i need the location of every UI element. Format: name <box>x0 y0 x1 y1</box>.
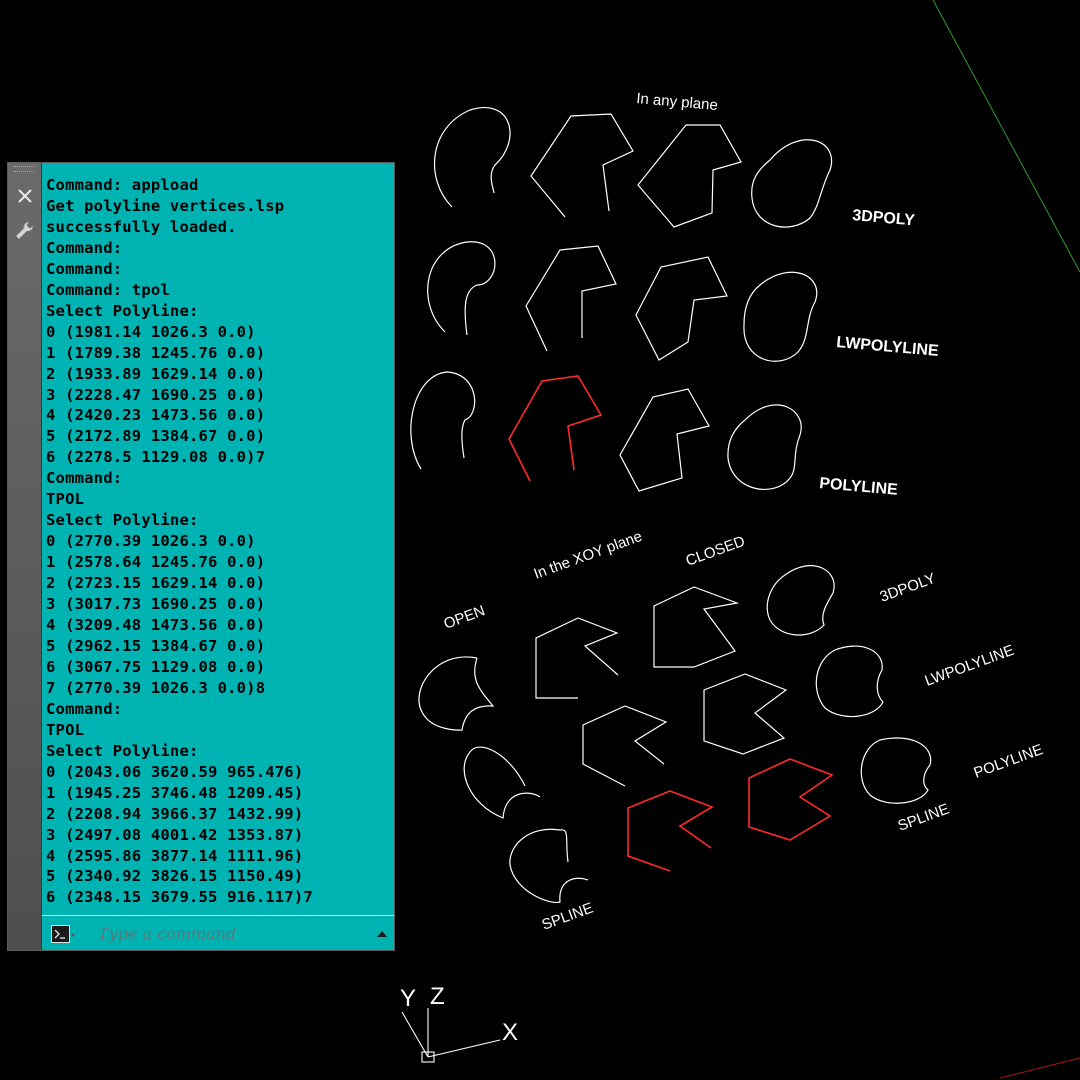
label-row-3dpoly: 3DPOLY <box>852 207 916 229</box>
shape-xoy-spline-closed-2[interactable] <box>815 645 884 718</box>
ucs-icon[interactable] <box>401 1008 501 1063</box>
command-history-line: TPOL <box>46 490 85 509</box>
command-history-line: 5 (2340.92 3826.15 1150.49) <box>46 867 304 886</box>
shape-any-3dpoly-poly-open[interactable] <box>530 113 634 218</box>
command-history-line: 6 (2348.15 3679.55 916.117)7 <box>46 888 313 907</box>
shape-xoy-spline-open-1[interactable] <box>418 656 495 731</box>
command-prompt-icon <box>51 925 75 943</box>
shape-any-pl-poly-open-selected[interactable] <box>508 375 603 482</box>
command-history-line: Command: <box>46 259 123 278</box>
shape-xoy-poly-open-1[interactable] <box>535 617 619 699</box>
shape-xoy-poly-closed-1[interactable] <box>653 586 740 668</box>
command-history-line: 1 (1945.25 3746.48 1209.45) <box>46 783 304 802</box>
command-history-line: Command: <box>46 469 123 488</box>
command-history-line: Command: <box>46 699 123 718</box>
command-history-line: 6 (2278.5 1129.08 0.0)7 <box>46 448 266 467</box>
label-in-any-plane: In any plane <box>636 90 719 114</box>
command-history-line: 0 (2770.39 1026.3 0.0) <box>46 532 256 551</box>
shape-any-lw-spline-closed[interactable] <box>743 271 818 362</box>
command-history-line: Get polyline vertices.lsp <box>46 196 285 215</box>
close-button[interactable] <box>14 185 36 207</box>
command-history-line: 4 (2595.86 3877.14 1111.96) <box>46 846 304 865</box>
command-history-line: Command: appload <box>46 176 199 194</box>
command-history-line: 4 (2420.23 1473.56 0.0) <box>46 406 266 425</box>
command-history-line: 3 (3017.73 1690.25 0.0) <box>46 595 266 614</box>
axis-line-red <box>999 1057 1080 1079</box>
command-prompt-button[interactable] <box>51 924 75 944</box>
shape-any-pl-spline-open[interactable] <box>410 371 476 470</box>
command-history-line: TPOL <box>46 720 85 739</box>
ucs-y-label: Y <box>400 985 416 1012</box>
label-row-polyline: POLYLINE <box>819 475 899 499</box>
label-closed: CLOSED <box>684 533 748 570</box>
ucs-x-label: X <box>502 1019 518 1046</box>
command-history-line: Select Polyline: <box>46 511 199 530</box>
label-xoy-spline-bottom: SPLINE <box>540 900 596 934</box>
label-xoy-spline-right: SPLINE <box>896 801 952 835</box>
command-history-line: 2 (2723.15 1629.14 0.0) <box>46 574 266 593</box>
axis-line-green <box>932 0 1080 273</box>
command-history-line: 2 (1933.89 1629.14 0.0) <box>46 364 266 383</box>
shape-any-3dpoly-spline-closed[interactable] <box>751 139 833 228</box>
command-history-line: 1 (2578.64 1245.76 0.0) <box>46 553 266 572</box>
customize-button[interactable] <box>14 220 36 242</box>
command-history-line: Command: tpol <box>46 280 170 299</box>
shape-xoy-poly-closed-2[interactable] <box>703 673 788 755</box>
shape-any-3dpoly-spline-open[interactable] <box>433 107 511 208</box>
label-in-xoy-plane: In the XOY plane <box>532 528 645 583</box>
command-history-line: 6 (3067.75 1129.08 0.0) <box>46 657 266 676</box>
command-history-line: Select Polyline: <box>46 301 199 320</box>
shape-xoy-poly-open-2[interactable] <box>582 705 668 787</box>
command-history-line: 3 (2497.08 4001.42 1353.87) <box>46 825 304 844</box>
command-history-line: successfully loaded. <box>46 217 237 236</box>
command-window-handle[interactable] <box>8 163 42 950</box>
label-row-lwpolyline: LWPOLYLINE <box>836 334 940 360</box>
command-history-line: 5 (2962.15 1384.67 0.0) <box>46 636 266 655</box>
label-open: OPEN <box>442 602 488 633</box>
ucs-z-label: Z <box>430 983 445 1010</box>
command-history-line: Command: <box>46 238 123 257</box>
command-history-line: 7 (2770.39 1026.3 0.0)8 <box>46 678 266 697</box>
shape-xoy-poly-closed-selected[interactable] <box>748 758 834 841</box>
shape-any-pl-spline-closed[interactable] <box>727 404 802 491</box>
command-history-line: 4 (3209.48 1473.56 0.0) <box>46 616 266 635</box>
command-history[interactable]: Command: appload Get polyline vertices.ls… <box>42 163 394 915</box>
shape-any-pl-poly-closed[interactable] <box>619 388 710 492</box>
chevron-up-icon[interactable] <box>376 928 388 940</box>
command-history-line: 0 (2043.06 3620.59 965.476) <box>46 762 304 781</box>
command-history-line: 3 (2228.47 1690.25 0.0) <box>46 385 266 404</box>
label-xoy-polyline: POLYLINE <box>972 741 1046 782</box>
shape-any-lw-poly-closed[interactable] <box>635 256 728 361</box>
command-history-line: 0 (1981.14 1026.3 0.0) <box>46 322 256 341</box>
wrench-icon <box>15 221 34 240</box>
label-xoy-3dpoly: 3DPOLY <box>878 570 938 606</box>
shape-xoy-spline-closed-3[interactable] <box>860 737 932 804</box>
shape-xoy-poly-open-selected[interactable] <box>627 790 714 872</box>
label-xoy-lwpolyline: LWPOLYLINE <box>923 642 1017 690</box>
command-input[interactable] <box>96 920 370 946</box>
command-history-line: 5 (2172.89 1384.67 0.0) <box>46 427 266 446</box>
close-icon <box>18 189 32 203</box>
command-history-line: 2 (2208.94 3966.37 1432.99) <box>46 804 304 823</box>
shape-xoy-spline-open-2[interactable] <box>463 746 541 819</box>
command-input-bar[interactable] <box>42 915 394 950</box>
shape-any-3dpoly-poly-closed[interactable] <box>637 124 742 228</box>
shape-any-lw-spline-open[interactable] <box>427 241 496 336</box>
grip-icon[interactable] <box>14 166 34 172</box>
shape-any-lw-poly-open[interactable] <box>525 245 617 352</box>
command-window[interactable]: Command: appload Get polyline vertices.ls… <box>7 162 395 951</box>
shape-xoy-spline-closed-1[interactable] <box>766 565 835 636</box>
command-history-line: Select Polyline: <box>46 741 199 760</box>
shape-xoy-spline-open-3[interactable] <box>509 828 589 904</box>
command-history-line: 1 (1789.38 1245.76 0.0) <box>46 343 266 362</box>
